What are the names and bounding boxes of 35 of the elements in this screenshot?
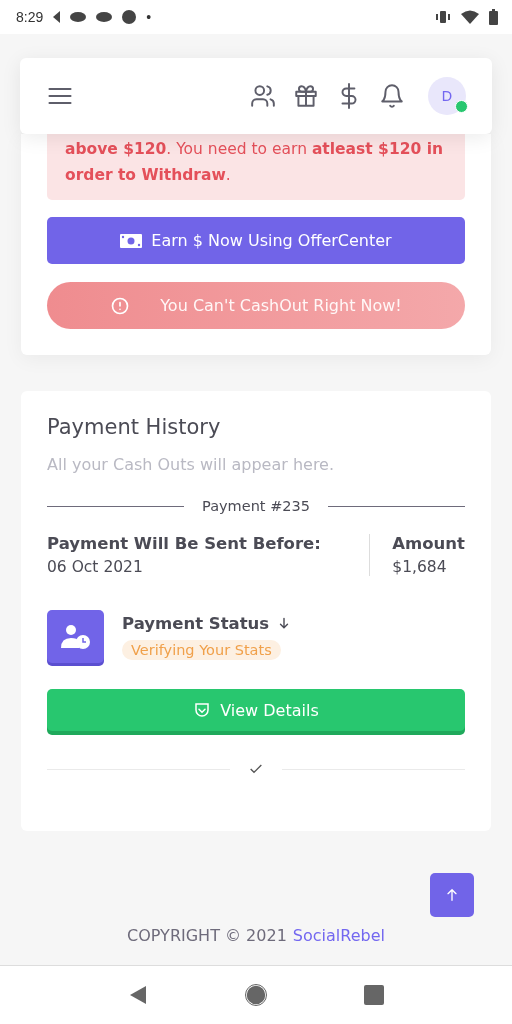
gift-icon[interactable] xyxy=(293,83,319,109)
warning-message: above $120. You need to earn atleast $120 in order to Withdraw. xyxy=(47,134,465,200)
vibrate-icon xyxy=(435,10,451,24)
date-value: 06 Oct 2021 xyxy=(47,558,144,576)
user-clock-icon xyxy=(47,610,104,663)
wifi-icon xyxy=(461,10,479,24)
status-label: Payment Status xyxy=(122,613,270,633)
amount-value: $1,684 xyxy=(392,558,448,576)
brand-link[interactable]: SocialRebel xyxy=(292,926,385,945)
notification-icon xyxy=(53,11,61,23)
recents-icon[interactable] xyxy=(363,985,384,1005)
user-avatar[interactable]: D xyxy=(428,77,466,115)
date-label: Payment Will Be Sent Before: xyxy=(47,534,322,553)
notification-dot: • xyxy=(146,9,152,25)
notifications-icon[interactable] xyxy=(379,83,405,109)
users-icon[interactable] xyxy=(250,83,276,109)
back-icon[interactable] xyxy=(128,985,149,1005)
home-icon[interactable] xyxy=(245,984,267,1006)
copyright-text: COPYRIGHT © 2021 xyxy=(127,926,287,945)
offer-center-button[interactable]: Earn $ Now Using OfferCenter xyxy=(47,217,465,264)
cashout-button[interactable]: You Can't CashOut Right Now! xyxy=(47,282,465,329)
battery-icon xyxy=(489,9,498,25)
clock: 8:29 xyxy=(16,9,44,25)
scroll-to-top-button[interactable] xyxy=(430,873,474,917)
notification-icon xyxy=(96,12,113,22)
shield-check-icon xyxy=(193,701,212,719)
section-subtitle: All your Cash Outs will appear here. xyxy=(47,455,336,474)
payment-number: Payment #235 xyxy=(202,498,310,514)
alert-circle-icon xyxy=(110,295,131,316)
status-badge: Verifying Your Stats xyxy=(122,639,281,660)
section-title: Payment History xyxy=(47,415,222,439)
arrow-up-icon xyxy=(444,887,460,903)
cash-icon xyxy=(120,233,143,248)
amount-label: Amount xyxy=(392,534,465,553)
notification-icon xyxy=(70,12,87,22)
